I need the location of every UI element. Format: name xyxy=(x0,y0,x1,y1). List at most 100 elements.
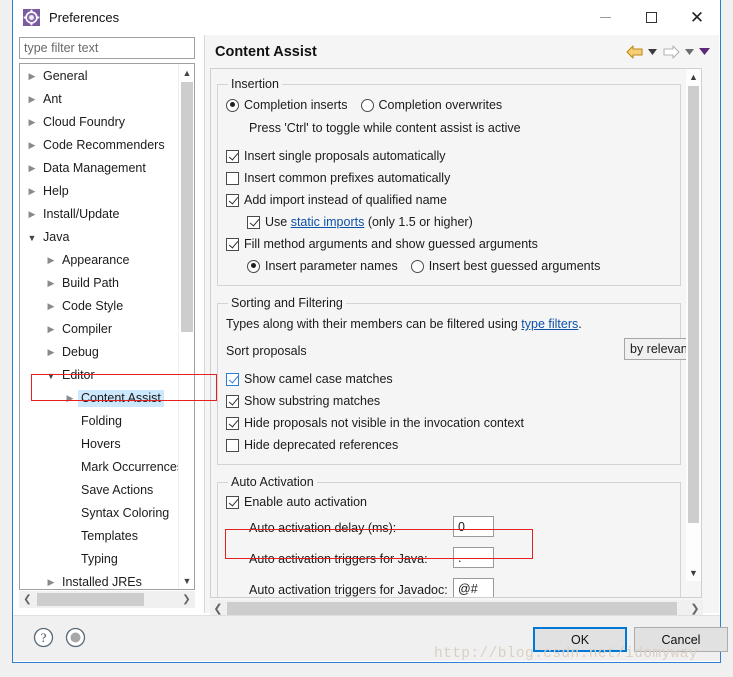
tree-item-debug[interactable]: ▶ Debug xyxy=(20,341,179,364)
checkbox-insert-single-proposals[interactable] xyxy=(226,149,239,163)
chevron-right-icon[interactable]: ▶ xyxy=(43,577,59,588)
chevron-right-icon[interactable]: ▶ xyxy=(24,209,40,220)
page-content-scroll-area: Insertion Completion inserts Completion … xyxy=(210,68,702,598)
tree-item-editor[interactable]: ▼ Editor xyxy=(20,364,179,387)
desktop-right-margin xyxy=(721,0,733,677)
tree-item-typing[interactable]: Typing xyxy=(20,548,179,571)
tree-item-build-path[interactable]: ▶ Build Path xyxy=(20,272,179,295)
radio-insert-parameter-names[interactable] xyxy=(247,259,260,273)
chevron-right-icon[interactable]: ▶ xyxy=(24,140,40,151)
tree-vertical-scrollbar[interactable]: ▲ ▼ xyxy=(178,64,194,589)
tree-item-ant[interactable]: ▶ Ant xyxy=(20,88,179,111)
tree-item-syntax-coloring[interactable]: Syntax Coloring xyxy=(20,502,179,525)
tree-item-installed-jres[interactable]: ▶ Installed JREs xyxy=(20,571,179,589)
tree-item-cloud-foundry[interactable]: ▶ Cloud Foundry xyxy=(20,111,179,134)
row-fill-method-arguments: Fill method arguments and show guessed a… xyxy=(226,233,672,255)
page-title: Content Assist xyxy=(215,43,317,60)
checkbox-hide-deprecated[interactable] xyxy=(226,438,239,452)
checkbox-use-static-imports[interactable] xyxy=(247,215,260,229)
chevron-right-icon[interactable]: ▶ xyxy=(24,163,40,174)
page-scroll-up-icon[interactable]: ▲ xyxy=(686,69,701,85)
type-filters-suffix: . xyxy=(578,317,582,331)
tree-item-label: Build Path xyxy=(62,276,119,290)
tree-item-folding[interactable]: Folding xyxy=(20,410,179,433)
tree-scrollbar-thumb[interactable] xyxy=(181,82,193,332)
forward-arrow-icon[interactable] xyxy=(661,42,681,62)
scroll-down-icon[interactable]: ▼ xyxy=(179,572,194,589)
checkbox-fill-method-arguments[interactable] xyxy=(226,237,239,251)
text-type-filters: Types along with their members can be fi… xyxy=(226,317,582,331)
scroll-left-icon[interactable]: ❮ xyxy=(19,591,36,608)
back-arrow-icon[interactable] xyxy=(624,42,644,62)
checkbox-enable-auto-activation[interactable] xyxy=(226,495,239,509)
checkbox-insert-common-prefixes[interactable] xyxy=(226,171,239,185)
filter-input[interactable] xyxy=(19,37,195,59)
scroll-right-icon[interactable]: ❯ xyxy=(178,591,195,608)
chevron-down-icon[interactable]: ▼ xyxy=(24,233,40,243)
tree-item-install-update[interactable]: ▶ Install/Update xyxy=(20,203,179,226)
checkbox-hide-not-visible[interactable] xyxy=(226,416,239,430)
tree-item-label: Ant xyxy=(43,92,62,106)
tree-item-label: Syntax Coloring xyxy=(81,506,170,520)
page-hscrollbar-thumb[interactable] xyxy=(227,602,677,615)
chevron-right-icon[interactable]: ▶ xyxy=(24,94,40,105)
tree-item-appearance[interactable]: ▶ Appearance xyxy=(20,249,179,272)
tree-item-templates[interactable]: Templates xyxy=(20,525,179,548)
chevron-right-icon[interactable]: ▶ xyxy=(24,117,40,128)
close-button[interactable]: ✕ xyxy=(674,0,720,35)
scroll-up-icon[interactable]: ▲ xyxy=(179,64,194,81)
radio-insert-best-guessed[interactable] xyxy=(410,259,424,273)
help-question-icon[interactable]: ? xyxy=(33,627,54,648)
checkbox-show-camel-case[interactable] xyxy=(226,372,239,386)
chevron-right-icon[interactable]: ▶ xyxy=(43,255,59,266)
tree-horizontal-scrollbar[interactable]: ❮ ❯ xyxy=(19,591,195,608)
chevron-right-icon[interactable]: ▶ xyxy=(43,301,59,312)
back-menu-chevron-down-icon[interactable] xyxy=(646,43,659,61)
link-type-filters[interactable]: type filters xyxy=(521,317,578,331)
link-static-imports[interactable]: static imports xyxy=(291,215,365,229)
forward-menu-chevron-down-icon[interactable] xyxy=(683,43,696,61)
label-sort-proposals: Sort proposals xyxy=(226,344,307,358)
chevron-right-icon[interactable]: ▶ xyxy=(43,347,59,358)
group-insertion-legend: Insertion xyxy=(231,77,279,91)
chevron-right-icon[interactable]: ▶ xyxy=(43,278,59,289)
chevron-right-icon[interactable]: ▶ xyxy=(43,324,59,335)
tree-item-save-actions[interactable]: Save Actions xyxy=(20,479,179,502)
tree-item-compiler[interactable]: ▶ Compiler xyxy=(20,318,179,341)
tree-item-data-management[interactable]: ▶ Data Management xyxy=(20,157,179,180)
page-vertical-scrollbar[interactable]: ▲ ▼ xyxy=(686,69,701,581)
checkbox-add-import[interactable] xyxy=(226,193,239,207)
label-completion-inserts: Completion inserts xyxy=(244,98,348,112)
checkbox-show-substring[interactable] xyxy=(226,394,239,408)
radio-completion-inserts[interactable] xyxy=(226,98,239,112)
tree-item-mark-occurrences[interactable]: Mark Occurrences xyxy=(20,456,179,479)
tree-item-label: Cloud Foundry xyxy=(43,115,125,129)
input-auto-activation-triggers-java[interactable] xyxy=(453,547,494,568)
tree-item-general[interactable]: ▶ General xyxy=(20,65,179,88)
maximize-button[interactable] xyxy=(628,0,674,35)
page-scroll-down-icon[interactable]: ▼ xyxy=(686,565,701,581)
tree-item-label: Editor xyxy=(62,368,95,382)
label-auto-activation-triggers-java: Auto activation triggers for Java: xyxy=(249,552,428,566)
tree-item-code-recommenders[interactable]: ▶ Code Recommenders xyxy=(20,134,179,157)
tree-item-java[interactable]: ▼ Java xyxy=(20,226,179,249)
input-auto-activation-triggers-javadoc[interactable] xyxy=(453,578,494,597)
chevron-right-icon[interactable]: ▶ xyxy=(24,71,40,82)
page-menu-chevron-down-icon[interactable] xyxy=(698,43,711,61)
page-scrollbar-thumb[interactable] xyxy=(688,86,699,523)
row-insert-single: Insert single proposals automatically xyxy=(226,145,672,167)
tree-hscrollbar-thumb[interactable] xyxy=(37,593,144,606)
minimize-button[interactable] xyxy=(582,0,628,35)
chevron-down-icon[interactable]: ▼ xyxy=(43,371,59,381)
tree-item-content-assist[interactable]: ▶ Content Assist xyxy=(20,387,179,410)
screenshot-root: Preferences ✕ ▶General▶Ant▶Cloud Foundry… xyxy=(0,0,733,677)
tree-item-hovers[interactable]: Hovers xyxy=(20,433,179,456)
input-auto-activation-delay[interactable] xyxy=(453,516,494,537)
chevron-right-icon[interactable]: ▶ xyxy=(24,186,40,197)
group-insertion: Insertion Completion inserts Completion … xyxy=(217,77,681,286)
tree-item-help[interactable]: ▶ Help xyxy=(20,180,179,203)
chevron-right-icon[interactable]: ▶ xyxy=(62,393,78,404)
tree-item-code-style[interactable]: ▶ Code Style xyxy=(20,295,179,318)
circle-icon[interactable] xyxy=(65,627,86,648)
radio-completion-overwrites[interactable] xyxy=(360,98,374,112)
